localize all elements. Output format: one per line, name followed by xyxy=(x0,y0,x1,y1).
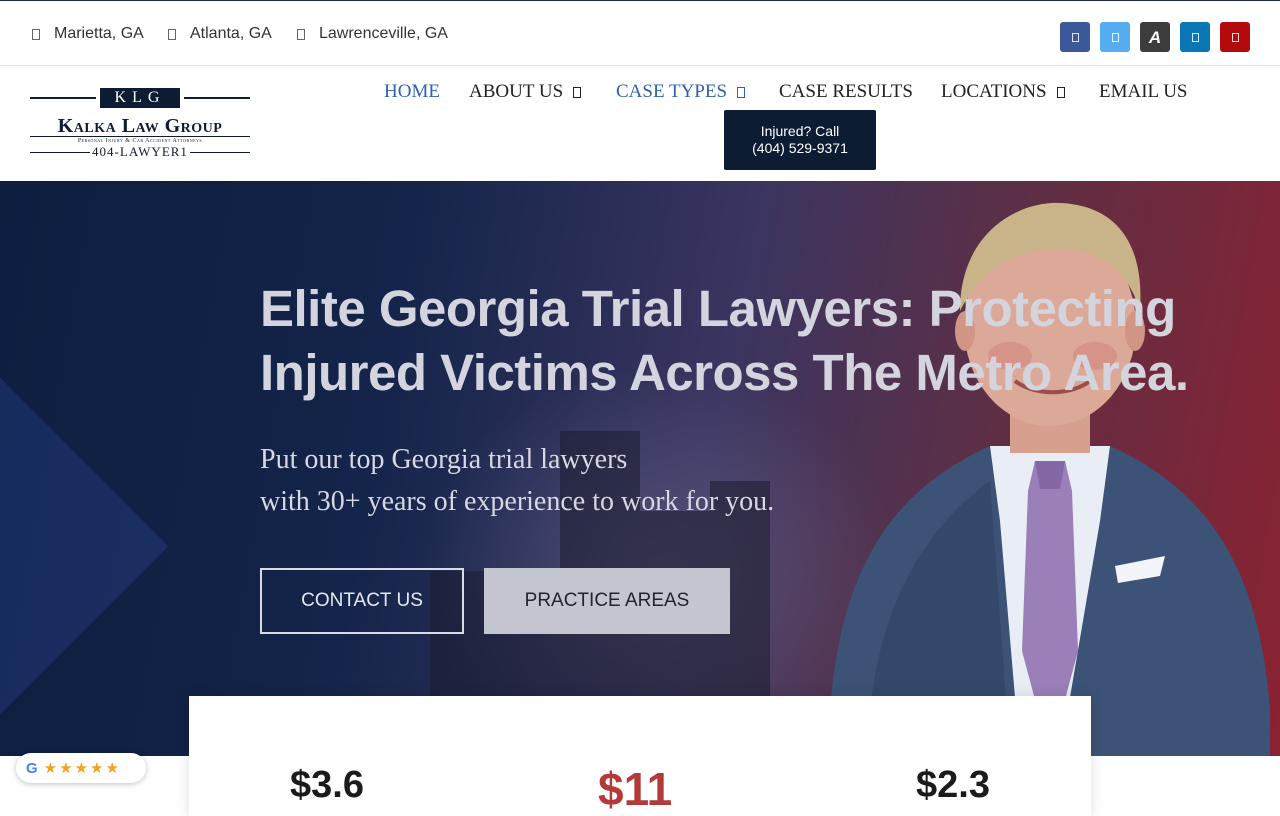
chevron-down-icon xyxy=(737,86,746,98)
nav-email-us[interactable]: EMAIL US xyxy=(1099,81,1188,103)
location-marietta[interactable]: Marietta, GA xyxy=(32,25,144,43)
site-header: KLG Kalka Law Group Personal Injury & Ca… xyxy=(0,66,1280,181)
google-reviews-badge[interactable]: G ★ ★ ★ ★ ★ xyxy=(16,753,146,783)
twitter-icon[interactable] xyxy=(1100,22,1130,52)
contact-us-button[interactable]: CONTACT US xyxy=(260,568,464,634)
map-marker-icon xyxy=(168,28,176,40)
practice-areas-button[interactable]: PRACTICE AREAS xyxy=(484,568,730,634)
star-icon: ★ xyxy=(74,759,89,777)
hero-section: Elite Georgia Trial Lawyers: Protecting … xyxy=(0,181,1280,756)
location-label: Marietta, GA xyxy=(54,25,144,42)
star-icon: ★ xyxy=(90,759,104,777)
logo-mark: KLG xyxy=(100,88,180,108)
nav-locations[interactable]: LOCATIONS xyxy=(941,81,1065,103)
top-bar: Marietta, GA Atlanta, GA Lawrenceville, … xyxy=(0,0,1280,66)
location-label: Atlanta, GA xyxy=(190,25,272,42)
logo-name: Kalka Law Group xyxy=(57,115,223,137)
nav-case-types[interactable]: CASE TYPES xyxy=(616,81,746,103)
map-marker-icon xyxy=(297,28,305,40)
linkedin-icon[interactable] xyxy=(1180,22,1210,52)
attorney-photo xyxy=(830,202,1270,756)
stat-value: $3.6 xyxy=(290,764,364,806)
results-card: $3.6 $11 $2.3 xyxy=(189,696,1091,816)
google-icon: G xyxy=(26,759,38,777)
nav-home[interactable]: HOME xyxy=(384,81,440,103)
cta-phone: (404) 529-9371 xyxy=(752,140,848,156)
location-label: Lawrenceville, GA xyxy=(319,25,448,42)
logo[interactable]: KLG Kalka Law Group Personal Injury & Ca… xyxy=(30,88,250,159)
star-icon: ★ xyxy=(43,759,58,777)
star-icon: ★ xyxy=(105,759,119,777)
star-icon: ★ xyxy=(59,759,73,777)
youtube-icon[interactable] xyxy=(1220,22,1250,52)
facebook-icon[interactable] xyxy=(1060,22,1090,52)
avvo-icon[interactable]: A xyxy=(1140,22,1170,52)
chevron-down-icon xyxy=(1056,86,1065,98)
stat-value: $11 xyxy=(598,763,673,815)
map-marker-icon xyxy=(32,28,40,40)
hero-headline: Elite Georgia Trial Lawyers: Protecting … xyxy=(260,280,1189,401)
nav-about-us[interactable]: ABOUT US xyxy=(469,81,582,103)
nav-case-results[interactable]: CASE RESULTS xyxy=(779,81,913,103)
chevron-down-icon xyxy=(573,86,582,98)
stat-value: $2.3 xyxy=(916,764,990,806)
cta-line1: Injured? Call xyxy=(760,123,840,139)
hero-subheadline: Put our top Georgia trial lawyers with 3… xyxy=(260,444,775,517)
location-lawrenceville[interactable]: Lawrenceville, GA xyxy=(297,25,448,43)
location-atlanta[interactable]: Atlanta, GA xyxy=(168,25,272,43)
call-cta-button[interactable]: Injured? Call (404) 529-9371 xyxy=(724,110,876,170)
